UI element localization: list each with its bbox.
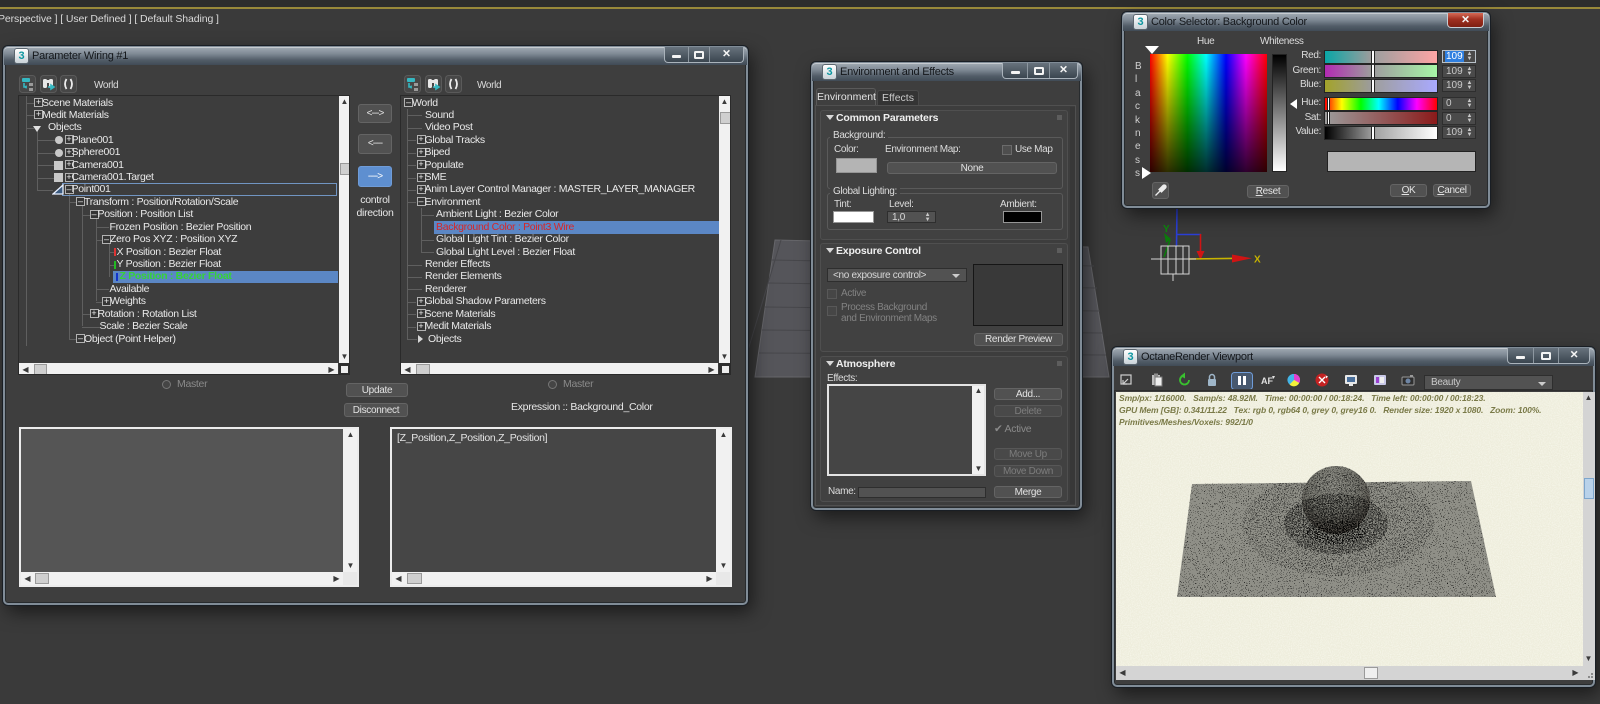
svg-text:AF: AF [1261,376,1273,386]
svg-text:Y: Y [1163,224,1170,235]
svg-text:X: X [1254,255,1261,266]
